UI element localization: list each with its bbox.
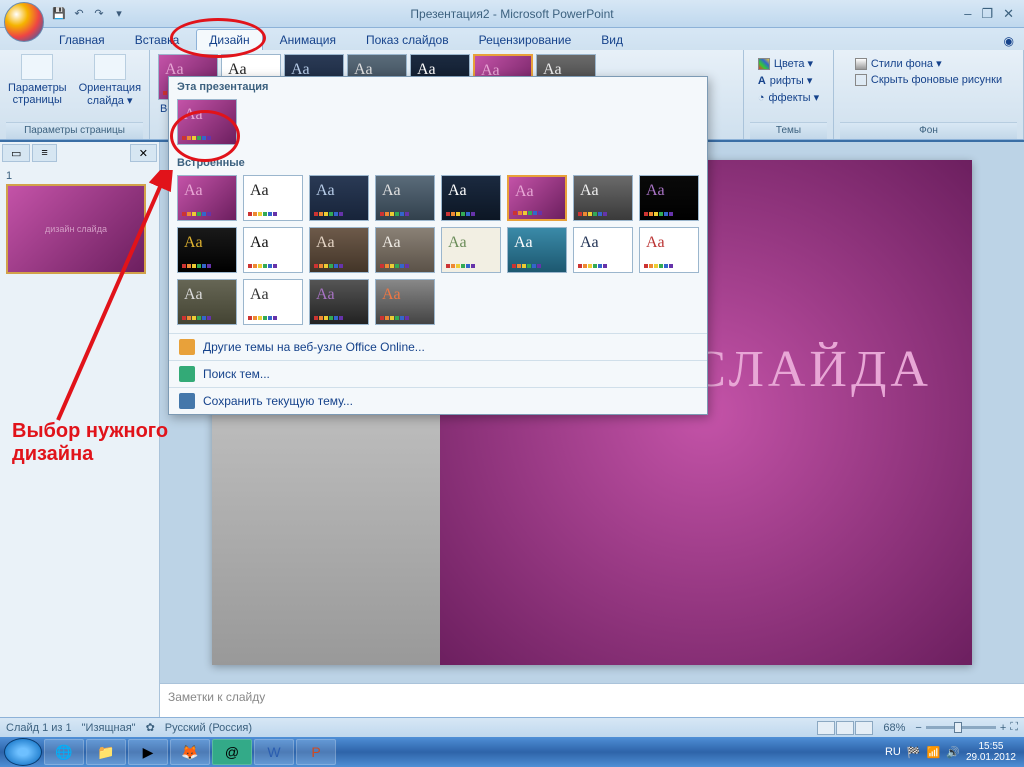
globe-icon <box>179 339 195 355</box>
search-icon <box>179 366 195 382</box>
sidebar-tab-slides[interactable]: ▭ <box>2 144 30 162</box>
group-label-themes: Темы <box>750 122 827 139</box>
save-current-theme[interactable]: Сохранить текущую тему... <box>169 387 707 414</box>
notes-pane[interactable]: Заметки к слайду <box>160 683 1024 717</box>
zoom-value[interactable]: 68% <box>883 722 905 734</box>
sidebar-tab-outline[interactable]: ≡ <box>32 144 56 162</box>
theme-thumb[interactable]: Aa <box>177 279 237 325</box>
more-themes-online[interactable]: Другие темы на веб-узле Office Online... <box>169 333 707 360</box>
slide-orientation-button[interactable]: Ориентация слайда ▾ <box>75 52 145 109</box>
tray-lang[interactable]: RU <box>885 746 901 758</box>
help-icon[interactable]: ◉ <box>994 32 1024 50</box>
group-label-background: Фон <box>840 122 1017 139</box>
annotation-text: Выбор нужного дизайна <box>12 420 168 466</box>
theme-thumb[interactable]: Aa <box>375 279 435 325</box>
theme-thumb[interactable]: Aa <box>573 175 633 221</box>
view-normal-button[interactable] <box>817 721 835 735</box>
theme-thumb[interactable]: Aa <box>177 227 237 273</box>
tray-network-icon[interactable]: 📶 <box>927 746 941 759</box>
minimize-button[interactable]: – <box>964 6 971 22</box>
zoom-in-button[interactable]: + <box>1000 722 1006 734</box>
tab-design[interactable]: Дизайн <box>196 29 262 50</box>
theme-thumb[interactable]: Aa <box>639 175 699 221</box>
theme-thumb[interactable]: Aa <box>441 227 501 273</box>
qat-undo-icon[interactable]: ↶ <box>70 5 88 23</box>
theme-thumb[interactable]: Aa <box>375 175 435 221</box>
taskbar-media-icon[interactable]: ▶ <box>128 739 168 765</box>
tab-view[interactable]: Вид <box>588 29 636 50</box>
zoom-slider[interactable] <box>926 726 996 729</box>
taskbar-mail-icon[interactable]: @ <box>212 739 252 765</box>
theme-thumb[interactable]: Aa <box>177 99 237 145</box>
qat-save-icon[interactable]: 💾 <box>50 5 68 23</box>
taskbar-ie-icon[interactable]: 🌐 <box>44 739 84 765</box>
theme-thumb[interactable]: Aa <box>375 227 435 273</box>
save-icon <box>179 393 195 409</box>
taskbar-firefox-icon[interactable]: 🦊 <box>170 739 210 765</box>
theme-thumb[interactable]: Aa <box>309 175 369 221</box>
gallery-section-builtin: Встроенные <box>169 153 707 171</box>
fonts-button[interactable]: Aрифты ▾ <box>756 73 821 88</box>
taskbar-word-icon[interactable]: W <box>254 739 294 765</box>
tab-review[interactable]: Рецензирование <box>466 29 585 50</box>
close-button[interactable]: ✕ <box>1003 6 1014 22</box>
background-styles-button[interactable]: Стили фона ▾ <box>853 56 1004 71</box>
status-slide-count: Слайд 1 из 1 <box>6 722 72 734</box>
tab-home[interactable]: Главная <box>46 29 118 50</box>
hide-background-checkbox[interactable]: Скрыть фоновые рисунки <box>853 73 1004 87</box>
gallery-section-this-presentation: Эта презентация <box>169 77 707 95</box>
theme-thumb[interactable]: Aa <box>639 227 699 273</box>
qat-more-icon[interactable]: ▾ <box>110 5 128 23</box>
theme-thumb[interactable]: Aa <box>573 227 633 273</box>
tray-flag-icon[interactable]: 🏁 <box>907 746 921 759</box>
tab-insert[interactable]: Вставка <box>122 29 193 50</box>
theme-thumb[interactable]: Aa <box>243 279 303 325</box>
theme-thumb[interactable]: Aa <box>507 175 567 221</box>
tray-clock[interactable]: 15:5529.01.2012 <box>966 741 1016 763</box>
colors-button[interactable]: Цвета ▾ <box>756 56 821 71</box>
status-theme-name: "Изящная" <box>82 722 136 734</box>
fit-window-button[interactable]: ⛶ <box>1010 721 1018 734</box>
start-button[interactable] <box>4 738 42 766</box>
slide-thumbnail-1[interactable]: дизайн слайда <box>6 184 146 274</box>
theme-thumb[interactable]: Aa <box>309 279 369 325</box>
quick-access-toolbar: 💾 ↶ ↷ ▾ <box>50 5 128 23</box>
zoom-out-button[interactable]: − <box>915 722 921 734</box>
status-language[interactable]: Русский (Россия) <box>165 722 252 734</box>
themes-gallery-dropdown: Эта презентация Aa Встроенные AaAaAaAaAa… <box>168 76 708 415</box>
theme-thumb[interactable]: Aa <box>441 175 501 221</box>
tray-volume-icon[interactable]: 🔊 <box>946 746 960 759</box>
theme-thumb[interactable]: Aa <box>507 227 567 273</box>
window-title: Презентация2 - Microsoft PowerPoint <box>410 7 613 21</box>
theme-thumb[interactable]: Aa <box>309 227 369 273</box>
theme-thumb[interactable]: Aa <box>243 227 303 273</box>
view-slideshow-button[interactable] <box>855 721 873 735</box>
restore-button[interactable]: ❐ <box>981 6 993 22</box>
tab-slideshow[interactable]: Показ слайдов <box>353 29 462 50</box>
group-label-page-setup: Параметры страницы <box>6 122 143 139</box>
taskbar-explorer-icon[interactable]: 📁 <box>86 739 126 765</box>
taskbar-powerpoint-icon[interactable]: P <box>296 739 336 765</box>
slide-title-text[interactable]: СЛАЙДА <box>691 340 932 399</box>
theme-thumb[interactable]: Aa <box>177 175 237 221</box>
effects-button[interactable]: ◔ффекты ▾ <box>756 90 821 105</box>
qat-redo-icon[interactable]: ↷ <box>90 5 108 23</box>
slide-number-label: 1 <box>6 170 153 182</box>
spellcheck-icon[interactable]: ✿ <box>146 721 155 734</box>
sidebar-close-icon[interactable]: ✕ <box>130 144 157 162</box>
tab-animation[interactable]: Анимация <box>267 29 349 50</box>
page-setup-button[interactable]: Параметры страницы <box>4 52 71 109</box>
search-themes[interactable]: Поиск тем... <box>169 360 707 387</box>
office-button[interactable] <box>4 2 44 42</box>
view-sorter-button[interactable] <box>836 721 854 735</box>
theme-thumb[interactable]: Aa <box>243 175 303 221</box>
